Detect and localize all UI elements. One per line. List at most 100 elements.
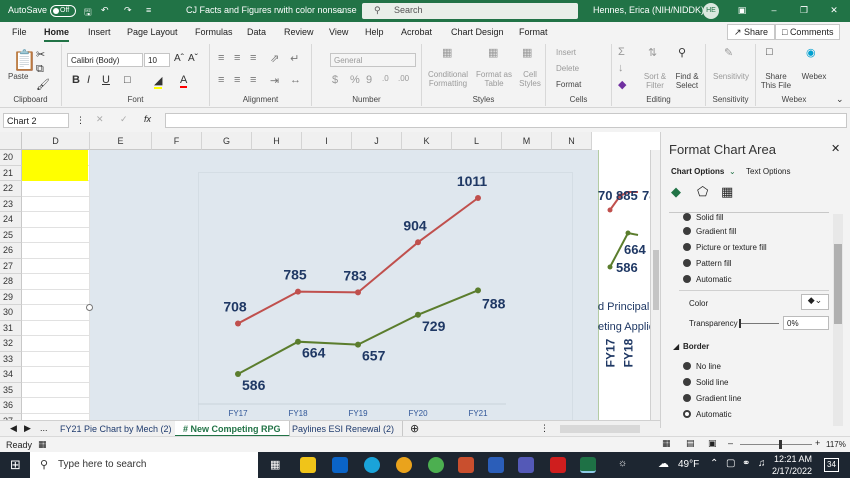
transparency-slider[interactable] [739,319,779,328]
acrobat-icon[interactable] [550,457,566,473]
wrap-text-icon[interactable]: ↵ [290,52,299,65]
decrease-decimal-icon[interactable]: .00 [398,74,409,83]
solid-fill-radio[interactable] [683,213,691,221]
conditional-formatting-icon[interactable]: ▦ [442,46,452,59]
app-icon[interactable] [428,457,444,473]
gradient-fill-label[interactable]: Gradient fill [696,227,736,236]
ribbon-display-icon[interactable]: ▣ [732,5,752,16]
name-box[interactable]: Chart 2 [3,113,69,128]
border-section-title[interactable]: Border [683,342,709,351]
menu-home[interactable]: Home [44,27,70,42]
column-header-d[interactable]: D [22,132,90,150]
share-file-icon[interactable]: □ [766,46,773,58]
menu-insert[interactable]: Insert [88,27,111,37]
paste-label[interactable]: Paste [8,72,28,81]
webex-button[interactable]: Webex [798,72,830,81]
menu-format[interactable]: Format [519,27,548,37]
clock-time[interactable]: 12:21 AM [774,454,812,464]
chrome-icon[interactable] [396,457,412,473]
tab-paylines-esi[interactable]: Paylines ESI Renewal (2) [284,421,404,437]
tray-chevron-icon[interactable]: ⌃ [710,458,718,469]
zoom-level[interactable]: 117% [826,440,846,449]
solid-fill-label[interactable]: Solid fill [696,213,724,222]
cell-d25[interactable] [22,227,90,243]
cell-d32[interactable] [22,336,90,352]
paste-icon[interactable]: 📋 [12,48,37,73]
size-properties-icon[interactable]: ▦ [721,184,733,200]
align-middle-icon[interactable]: ≡ [234,52,240,64]
undo-icon[interactable]: ↶ [101,5,109,16]
more-icon[interactable]: ⋮ [76,115,85,126]
highlighted-cells[interactable] [22,150,88,181]
align-bottom-icon[interactable]: ≡ [250,52,256,64]
title-dropdown-icon[interactable]: ⌄ [338,5,346,16]
autosum-icon[interactable]: Σ [618,46,625,58]
effects-icon[interactable]: ⬠ [697,184,708,200]
horizontal-scrollbar[interactable] [560,425,640,433]
cell-d36[interactable] [22,398,90,414]
align-top-icon[interactable]: ≡ [218,52,224,64]
insert-function-icon[interactable]: fx [144,114,151,124]
row-header-22[interactable]: 22 [0,181,22,197]
share-file-button[interactable]: Share This File [758,72,794,90]
row-header-31[interactable]: 31 [0,320,22,336]
tab-text-options[interactable]: Text Options [746,167,790,176]
cell-d23[interactable] [22,196,90,212]
outlook-icon[interactable] [332,457,348,473]
tabs-splitter-icon[interactable]: ⋮ [540,423,549,434]
cell-d35[interactable] [22,382,90,398]
automatic-line-radio[interactable] [683,410,691,418]
customize-toolbar-icon[interactable]: ≡ [146,5,151,15]
wifi-icon[interactable]: ⚭ [742,458,750,469]
row-header-28[interactable]: 28 [0,274,22,290]
next-sheet-icon[interactable]: ▶ [24,423,31,434]
sort-filter-button[interactable]: Sort & Filter [640,72,670,90]
column-header-e[interactable]: E [90,132,152,150]
picture-fill-radio[interactable] [683,243,691,251]
share-button[interactable]: ↗ Share [727,24,776,40]
row-header-27[interactable]: 27 [0,258,22,274]
row-header-21[interactable]: 21 [0,165,22,181]
select-all-corner[interactable] [0,132,22,150]
row-header-29[interactable]: 29 [0,289,22,305]
format-painter-icon[interactable]: 🖌 [36,78,50,91]
row-header-24[interactable]: 24 [0,212,22,228]
menu-help[interactable]: Help [365,27,384,37]
transparency-input[interactable]: 0% [783,316,829,330]
italic-button[interactable]: I [87,74,90,86]
minimize-icon[interactable]: – [764,5,784,15]
row-header-25[interactable]: 25 [0,227,22,243]
column-header-g[interactable]: G [202,132,252,150]
column-header-i[interactable]: I [302,132,352,150]
color-picker-button[interactable]: ◆⌄ [801,294,829,310]
gradient-line-label[interactable]: Gradient line [696,394,741,403]
fill-line-icon[interactable]: ◆ [671,184,681,200]
automatic-fill-label[interactable]: Automatic [696,275,732,284]
powerpoint-icon[interactable] [458,457,474,473]
zoom-in-icon[interactable]: + [815,438,820,448]
column-header-k[interactable]: K [402,132,452,150]
row-header-36[interactable]: 36 [0,398,22,414]
pattern-fill-label[interactable]: Pattern fill [696,259,732,268]
pane-scrollbar-thumb[interactable] [834,244,842,324]
search-box[interactable]: ⚲ Search [362,3,578,19]
row-header-30[interactable]: 30 [0,305,22,321]
cell-d26[interactable] [22,243,90,259]
webex-icon[interactable]: ◉ [806,46,816,59]
format-table-icon[interactable]: ▦ [488,46,498,59]
no-line-label[interactable]: No line [696,362,721,371]
gradient-fill-radio[interactable] [683,227,691,235]
sort-filter-icon[interactable]: ⇅ [648,46,657,59]
collapse-ribbon-icon[interactable]: ⌄ [836,94,844,105]
tab-chart-options[interactable]: Chart Options [671,167,724,176]
cell-d28[interactable] [22,274,90,290]
delete-cells-button[interactable]: Delete [556,64,579,73]
bold-button[interactable]: B [72,74,80,86]
enter-icon[interactable]: ✓ [120,114,128,125]
currency-icon[interactable]: $ [332,74,338,86]
font-color-icon[interactable]: A [180,74,188,88]
cancel-icon[interactable]: ✕ [96,114,104,125]
close-icon[interactable]: ✕ [824,5,844,16]
word-icon[interactable] [488,457,504,473]
redo-icon[interactable]: ↷ [124,5,132,16]
